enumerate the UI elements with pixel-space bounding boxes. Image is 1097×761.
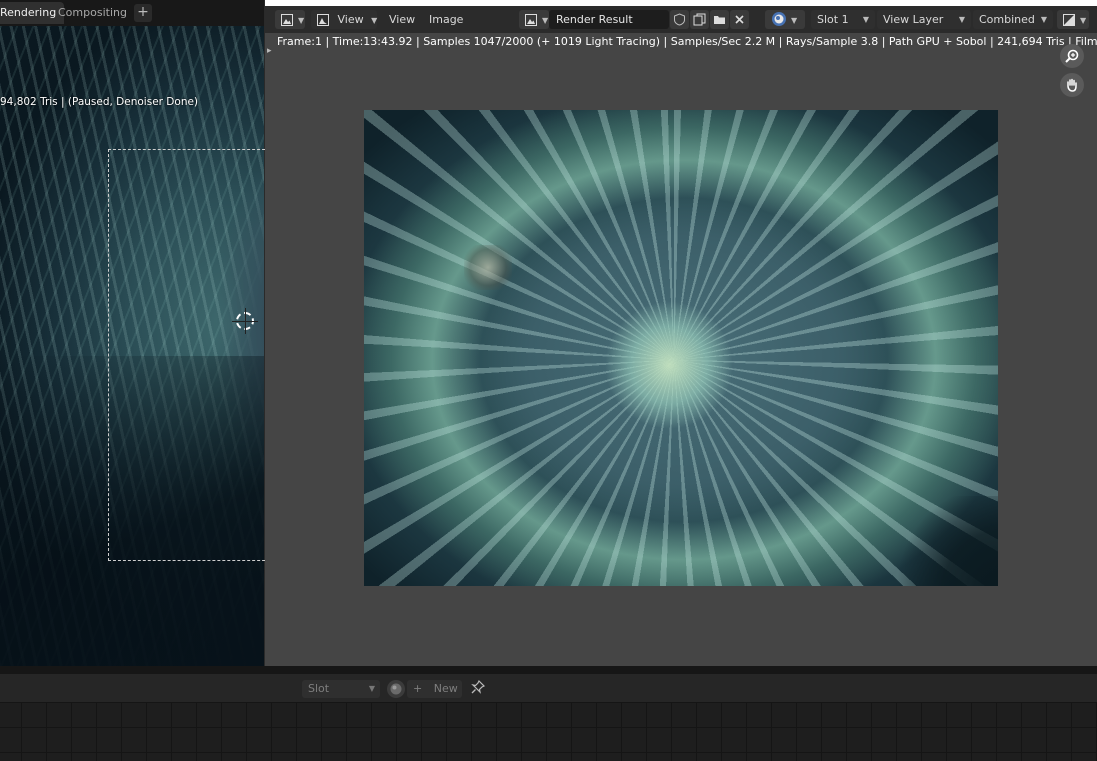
- gizmo-icon: [771, 11, 787, 27]
- render-pass-dropdown[interactable]: Combined ▼: [973, 10, 1053, 29]
- slot-placeholder: Slot: [308, 682, 330, 695]
- gizmo-display-button[interactable]: ▼: [765, 10, 805, 29]
- chevron-down-icon: ▼: [1080, 15, 1087, 25]
- view-mode-label: View: [337, 13, 364, 26]
- pin-button[interactable]: [470, 679, 488, 697]
- duplicate-image-button[interactable]: [690, 10, 709, 29]
- chevron-down-icon: ▼: [791, 15, 798, 25]
- render-shadow: [898, 496, 998, 586]
- image-name-field[interactable]: Render Result: [549, 10, 669, 29]
- chevron-down-icon: ▼: [542, 15, 549, 25]
- render-status-text: Frame:1 | Time:13:43.92 | Samples 1047/2…: [277, 35, 1097, 48]
- chevron-down-icon: ▼: [371, 15, 378, 25]
- render-pass-label: Combined: [979, 13, 1035, 26]
- new-label: New: [433, 682, 458, 695]
- image-menu[interactable]: Image: [429, 10, 463, 29]
- workspace-tabs: Rendering Compositing +: [0, 0, 265, 26]
- node-editor-header: Slot ▼ + New: [0, 674, 1097, 703]
- add-workspace-button[interactable]: +: [134, 4, 152, 22]
- view-menu[interactable]: View: [389, 10, 415, 29]
- image-browse-icon: [525, 14, 538, 26]
- zoom-button[interactable]: [1060, 44, 1084, 68]
- image-editor-icon: [281, 14, 294, 26]
- chevron-down-icon: ▼: [958, 15, 965, 24]
- color-alpha-icon: [1063, 14, 1076, 26]
- render-window: ▼ View ▼ View Image ▼ Render Result ▼ Sl…: [264, 0, 1097, 666]
- view-layer-dropdown[interactable]: View Layer ▼: [877, 10, 971, 29]
- render-detail: [464, 245, 512, 290]
- zoom-icon: [1065, 49, 1079, 63]
- fake-user-button[interactable]: [670, 10, 689, 29]
- toolbar-expand-icon[interactable]: ▸: [267, 46, 272, 56]
- viewport-status-text: 94,802 Tris | (Paused, Denoiser Done): [0, 96, 199, 108]
- area-separator[interactable]: [0, 666, 1097, 674]
- 3d-cursor-icon[interactable]: [232, 308, 258, 334]
- new-material-button[interactable]: + New: [407, 680, 462, 698]
- folder-icon: [714, 16, 725, 24]
- view-layer-label: View Layer: [883, 13, 944, 26]
- shield-icon: [674, 13, 685, 26]
- slot-dropdown[interactable]: Slot 1 ▼: [811, 10, 875, 29]
- open-image-button[interactable]: [710, 10, 729, 29]
- chevron-down-icon: ▼: [862, 15, 869, 24]
- view-mode-icon: [317, 14, 330, 26]
- material-sphere-icon: [390, 683, 402, 695]
- display-channels-button[interactable]: ▼: [1057, 10, 1089, 29]
- render-region-border: [108, 149, 265, 561]
- close-icon: [735, 15, 744, 24]
- image-editor-header: ▼ View ▼ View Image ▼ Render Result ▼ Sl…: [265, 6, 1097, 33]
- pin-icon: [471, 679, 486, 694]
- tab-compositing[interactable]: Compositing: [50, 2, 135, 24]
- editor-type-button[interactable]: ▼: [275, 10, 305, 29]
- browse-image-button[interactable]: ▼: [519, 10, 549, 29]
- plus-icon: +: [413, 682, 423, 695]
- chevron-down-icon: ▼: [298, 15, 305, 25]
- chevron-down-icon: ▼: [1040, 15, 1047, 24]
- material-slot-dropdown[interactable]: Slot ▼: [302, 680, 380, 698]
- duplicate-icon: [693, 13, 706, 26]
- render-result-image[interactable]: [364, 110, 998, 586]
- material-browse-button[interactable]: [387, 680, 405, 698]
- unlink-image-button[interactable]: [730, 10, 749, 29]
- 3d-viewport[interactable]: 94,802 Tris | (Paused, Denoiser Done): [0, 26, 265, 674]
- chevron-down-icon: ▼: [368, 684, 375, 693]
- node-editor-canvas[interactable]: [0, 702, 1097, 761]
- view-mode-dropdown[interactable]: View ▼: [311, 10, 377, 29]
- hand-icon: [1067, 78, 1077, 92]
- slot-label: Slot 1: [817, 13, 849, 26]
- pan-button[interactable]: [1060, 73, 1084, 97]
